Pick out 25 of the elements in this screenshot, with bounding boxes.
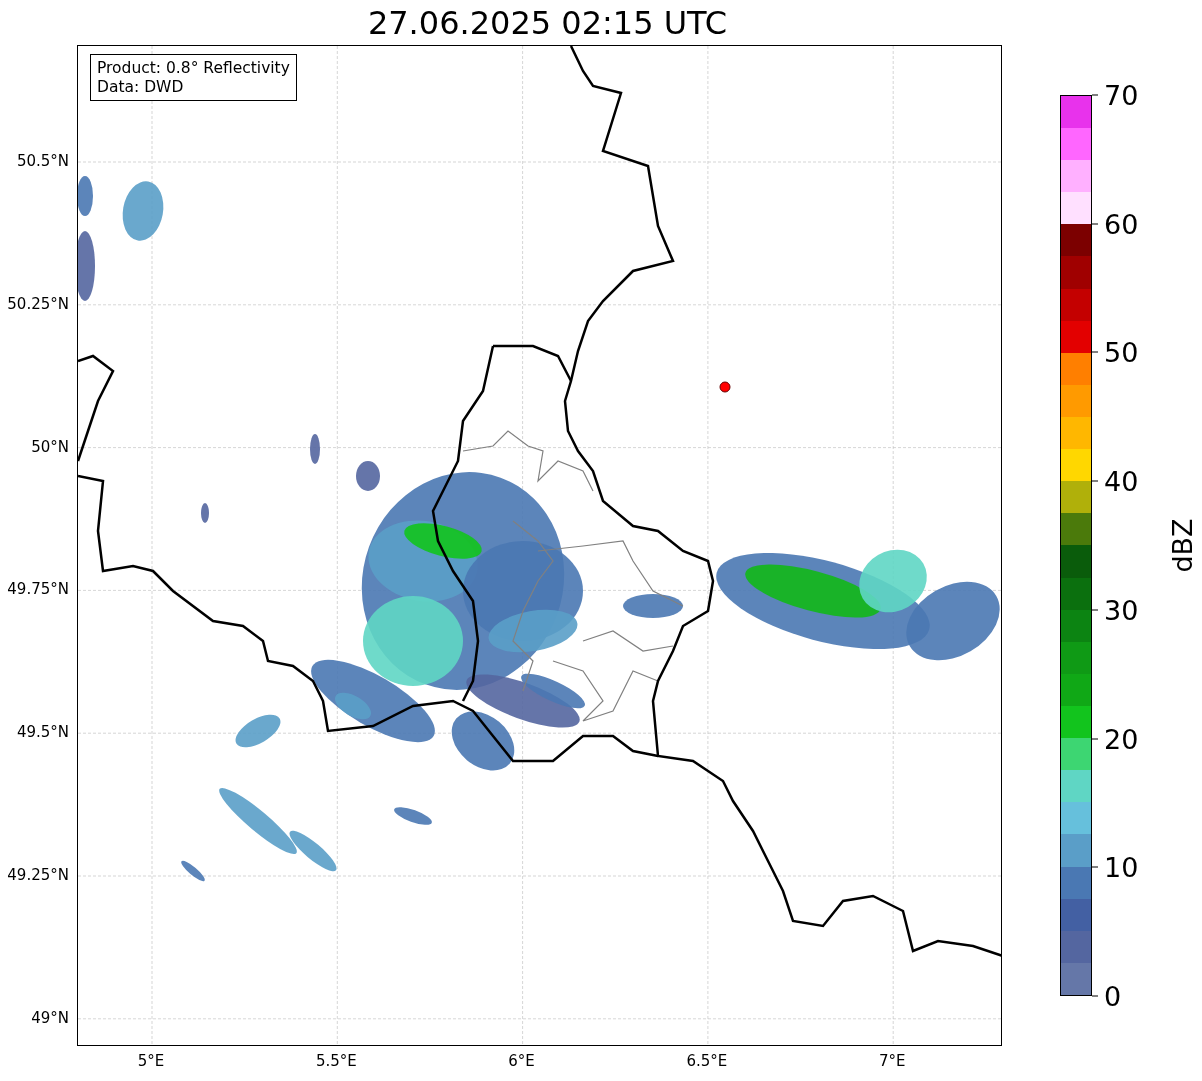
colorbar-tick-label: 20 xyxy=(1104,723,1139,755)
info-text: Product: 0.8° Reflectivity xyxy=(97,59,290,78)
chart-title: 27.06.2025 02:15 UTC xyxy=(366,2,729,44)
colorbar-tick-label: 40 xyxy=(1104,465,1139,497)
latitude-label: 49.75°N xyxy=(7,580,69,599)
latitude-label: 50.5°N xyxy=(16,152,69,170)
longitude-label: 5°E xyxy=(137,1052,165,1070)
longitude-label: 6.5°E xyxy=(686,1052,728,1070)
latitude-label: 49.25°N xyxy=(7,866,69,884)
latitude-label: 49.5°N xyxy=(16,723,69,742)
colorbar-tick-label: 70 xyxy=(1104,79,1139,111)
latitude-label: 49°N xyxy=(31,1008,69,1027)
colorbar-tick-label: 10 xyxy=(1104,851,1139,883)
longitude-label: 5.5°E xyxy=(315,1052,357,1070)
colorbar-tick-label: 30 xyxy=(1104,594,1139,626)
latitude-label: 50°N xyxy=(31,437,69,456)
info-text: Data: DWD xyxy=(97,77,185,97)
colorbar-tick-label: 60 xyxy=(1104,208,1139,240)
colorbar-tick-label: 0 xyxy=(1104,980,1122,1012)
radar-site-marker xyxy=(719,381,731,393)
longitude-label: 6°E xyxy=(508,1052,535,1070)
longitude-label: 7°E xyxy=(878,1052,906,1070)
colorbar-tick-label: 50 xyxy=(1104,336,1139,368)
latitude-label: 50.25°N xyxy=(7,294,69,313)
colorbar-label: dBZ xyxy=(1166,518,1198,573)
